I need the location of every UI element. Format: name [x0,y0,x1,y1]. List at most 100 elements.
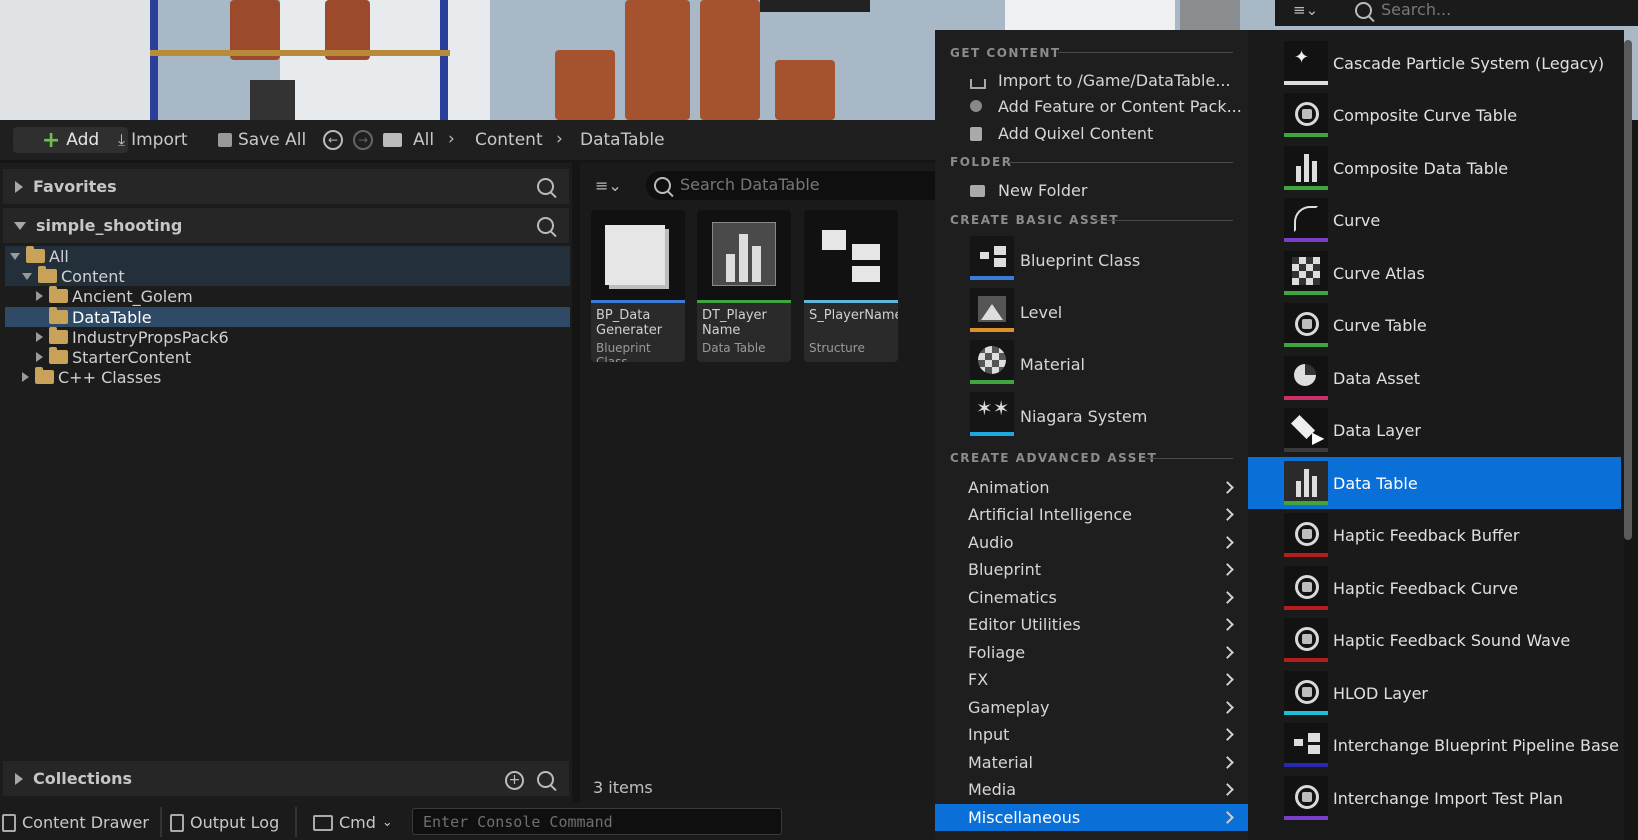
console-command-input[interactable]: Enter Console Command [412,808,782,835]
folder-icon [49,307,68,324]
submenu-scrollbar[interactable] [1624,40,1632,540]
blueprint-class-menu-item[interactable]: Blueprint Class [1020,251,1140,270]
content-drawer-button[interactable]: Content Drawer [2,813,149,832]
submenu-item-haptic-feedback-buffer[interactable]: Haptic Feedback Buffer [1248,509,1621,561]
add-feature-menu-item[interactable]: Add Feature or Content Pack... [998,97,1242,116]
add-quixel-menu-item[interactable]: Add Quixel Content [998,124,1153,143]
submenu-item-haptic-feedback-sound-wave[interactable]: Haptic Feedback Sound Wave [1248,614,1621,666]
expand-arrow-icon[interactable] [36,352,43,362]
advanced-item-miscellaneous[interactable]: Miscellaneous [935,804,1248,831]
submenu-item-data-table[interactable]: Data Table [1248,457,1621,509]
terminal-icon [313,814,333,831]
submenu-label: Composite Data Table [1333,158,1509,178]
advanced-item-input[interactable]: Input [935,721,1248,748]
expand-arrow-icon[interactable] [36,332,43,342]
submenu-item-curve-table[interactable]: Curve Table [1248,299,1621,351]
folder-icon[interactable] [383,133,402,147]
tree-item-all[interactable]: All [10,246,69,266]
asset-tile[interactable]: DT_Player Name Data Table [697,210,791,362]
search-icon[interactable] [537,217,554,234]
collections-header[interactable]: Collections [3,761,569,796]
filter-icon[interactable]: ≡⌄ [1293,1,1318,19]
menu-item-label: Material [968,753,1033,772]
curve-icon [1284,198,1328,242]
material-menu-item[interactable]: Material [1020,355,1085,374]
plus-icon: + [41,127,61,153]
breadcrumb-all[interactable]: All [413,130,434,150]
menu-item-label: Miscellaneous [968,808,1081,827]
tree-item-content[interactable]: Content [22,266,125,286]
collapse-arrow-icon[interactable] [14,221,26,230]
output-log-button[interactable]: Output Log [170,813,279,832]
breadcrumb-content[interactable]: Content [475,130,543,150]
expand-arrow-icon[interactable] [36,291,43,301]
submenu-item-interchange-import-test-plan[interactable]: Interchange Import Test Plan [1248,772,1621,824]
submenu-item-curve-atlas[interactable]: Curve Atlas [1248,247,1621,299]
asset-tile[interactable]: BP_Data Generater Blueprint Class [591,210,685,362]
project-header[interactable]: simple_shooting [3,208,569,243]
layer-icon: ▶ [1284,408,1328,452]
tree-label: Ancient_Golem [72,286,193,306]
advanced-item-gameplay[interactable]: Gameplay [935,694,1248,721]
pie-icon [1284,356,1328,400]
collapse-arrow-icon[interactable] [22,272,32,280]
filter-icon[interactable]: ≡⌄ [595,176,633,198]
import-to-menu-item[interactable]: Import to /Game/DataTable... [998,71,1231,90]
content-search-input[interactable]: Search DataTable [646,171,935,200]
forward-arrow-icon[interactable]: → [353,130,373,150]
asset-name: S_PlayerName [809,308,898,323]
breadcrumb-datatable[interactable]: DataTable [580,130,665,150]
advanced-item-fx[interactable]: FX [935,666,1248,693]
folder-icon [38,266,57,283]
back-arrow-icon[interactable]: ← [323,130,343,150]
submenu-item-interchange-blueprint-pipeline-base[interactable]: Interchange Blueprint Pipeline Base [1248,719,1621,771]
advanced-item-foliage[interactable]: Foliage [935,639,1248,666]
new-folder-menu-item[interactable]: New Folder [998,181,1087,200]
bar-chart-icon [1284,461,1328,505]
search-icon[interactable] [537,178,554,195]
tree-item-ancient-golem[interactable]: Ancient_Golem [36,286,193,306]
favorites-header[interactable]: Favorites [3,169,569,204]
advanced-item-material[interactable]: Material [935,749,1248,776]
tree-label: All [49,246,69,266]
advanced-item-media[interactable]: Media [935,776,1248,803]
niagara-system-menu-item[interactable]: Niagara System [1020,407,1147,426]
menu-item-label: Gameplay [968,698,1050,717]
submenu-item-cascade-particle-system[interactable]: ✦ Cascade Particle System (Legacy) [1248,37,1621,89]
add-collection-icon[interactable]: + [505,771,524,790]
top-search-bar[interactable]: ≡⌄ Search... [1275,0,1638,26]
tree-item-startercontent[interactable]: StarterContent [36,347,191,367]
submenu-item-data-layer[interactable]: ▶ Data Layer [1248,404,1621,456]
submenu-item-curve[interactable]: Curve [1248,194,1621,246]
advanced-item-cinematics[interactable]: Cinematics [935,584,1248,611]
collapse-arrow-icon[interactable] [10,252,20,260]
expand-arrow-icon[interactable] [22,372,29,382]
advanced-item-audio[interactable]: Audio [935,529,1248,556]
cmd-dropdown[interactable]: Cmd ⌄ [313,813,393,832]
submenu-item-composite-data-table[interactable]: Composite Data Table [1248,142,1621,194]
save-all-button[interactable]: Save All [218,127,306,153]
search-icon[interactable] [537,771,554,788]
asset-tile[interactable]: S_PlayerName Structure [804,210,898,362]
advanced-item-blueprint[interactable]: Blueprint [935,556,1248,583]
breadcrumb-separator-icon[interactable]: › [556,129,563,149]
submenu-item-hlod-layer[interactable]: HLOD Layer [1248,667,1621,719]
add-button[interactable]: + Add [13,127,128,153]
breadcrumb-separator-icon[interactable]: › [448,129,455,149]
import-button[interactable]: ⤓ Import [118,127,188,153]
advanced-item-artificial-intelligence[interactable]: Artificial Intelligence [935,501,1248,528]
folder-icon [49,327,68,344]
advanced-item-editor-utilities[interactable]: Editor Utilities [935,611,1248,638]
tree-item-datatable[interactable]: DataTable [49,307,152,327]
expand-arrow-icon[interactable] [15,772,23,785]
submenu-item-data-asset[interactable]: Data Asset [1248,352,1621,404]
divider [1058,52,1233,53]
submenu-item-composite-curve-table[interactable]: Composite Curve Table [1248,89,1621,141]
tree-item-cpp-classes[interactable]: C++ Classes [22,367,161,387]
submenu-item-haptic-feedback-curve[interactable]: Haptic Feedback Curve [1248,562,1621,614]
expand-arrow-icon[interactable] [15,180,23,193]
advanced-item-animation[interactable]: Animation [935,474,1248,501]
tree-item-industrypropspack6[interactable]: IndustryPropsPack6 [36,327,229,347]
tree-label: DataTable [72,307,152,327]
level-menu-item[interactable]: Level [1020,303,1062,322]
